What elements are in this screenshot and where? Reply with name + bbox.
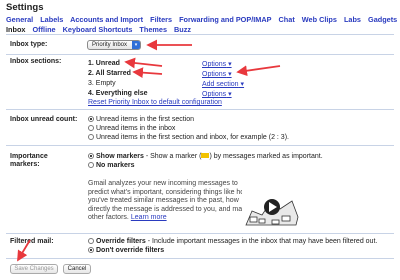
annotation-arrow <box>17 239 31 262</box>
annotation-arrow <box>124 57 163 69</box>
annotation-arrows <box>17 39 281 262</box>
annotation-arrow <box>132 67 163 79</box>
annotation-arrow <box>236 65 281 77</box>
